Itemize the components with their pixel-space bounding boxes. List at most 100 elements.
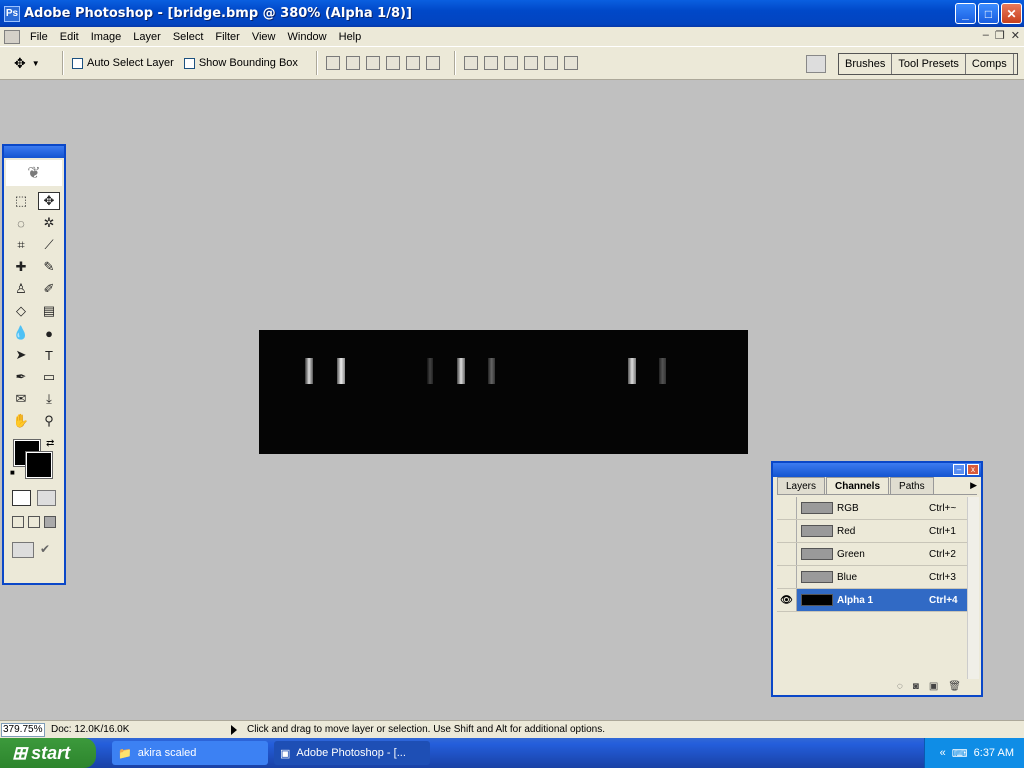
tab-paths[interactable]: Paths	[890, 477, 934, 494]
toolbox-title-bar[interactable]	[4, 146, 64, 158]
zoom-tool-icon[interactable]: ⚲	[38, 412, 60, 430]
save-selection-icon[interactable]: ◙	[913, 681, 919, 695]
checkmark-icon[interactable]: ✔	[40, 542, 56, 558]
auto-select-layer-checkbox[interactable]: Auto Select Layer	[72, 57, 174, 69]
channel-row[interactable]: Green Ctrl+2	[777, 543, 967, 566]
show-bounding-box-checkbox[interactable]: Show Bounding Box	[183, 57, 298, 69]
align-left-icon[interactable]	[385, 56, 400, 70]
default-colors-icon[interactable]: ■	[10, 468, 15, 477]
distribute-bottom-icon[interactable]	[503, 56, 518, 70]
minimize-button[interactable]: _	[955, 3, 976, 24]
distribute-vcenter-icon[interactable]	[483, 56, 498, 70]
slice-tool-icon[interactable]: ⟋	[38, 236, 60, 254]
well-tab-comps[interactable]: Comps	[966, 54, 1014, 74]
full-screen-mode-icon[interactable]	[44, 516, 56, 528]
doc-close-icon[interactable]: ✕	[1011, 29, 1020, 42]
visibility-toggle[interactable]	[777, 497, 797, 519]
align-right-icon[interactable]	[425, 56, 440, 70]
swap-colors-icon[interactable]: ⇄	[46, 438, 54, 449]
panel-title-bar[interactable]: – x	[773, 463, 981, 477]
eye-icon[interactable]: 👁	[777, 589, 797, 611]
task-photoshop[interactable]: ▣ Adobe Photoshop - [...	[274, 741, 430, 765]
visibility-toggle[interactable]	[777, 543, 797, 565]
load-selection-icon[interactable]: ◌	[897, 681, 903, 695]
healing-brush-tool-icon[interactable]: ✚	[10, 258, 32, 276]
visibility-toggle[interactable]	[777, 566, 797, 588]
marquee-tool-icon[interactable]: ⬚	[10, 192, 32, 210]
tab-channels[interactable]: Channels	[826, 477, 890, 494]
hand-tool-icon[interactable]: ✋	[10, 412, 32, 430]
type-tool-icon[interactable]: T	[38, 346, 60, 364]
channel-row[interactable]: Red Ctrl+1	[777, 520, 967, 543]
menu-view[interactable]: View	[248, 31, 284, 43]
gradient-tool-icon[interactable]: ▤	[38, 302, 60, 320]
dodge-tool-icon[interactable]: ●	[38, 324, 60, 342]
full-screen-menu-mode-icon[interactable]	[28, 516, 40, 528]
path-selection-tool-icon[interactable]: ➤	[10, 346, 32, 364]
brush-tool-icon[interactable]: ✎	[38, 258, 60, 276]
align-hcenter-icon[interactable]	[405, 56, 420, 70]
distribute-left-icon[interactable]	[523, 56, 538, 70]
align-vcenter-icon[interactable]	[345, 56, 360, 70]
panel-menu-icon[interactable]: ▶	[970, 477, 977, 494]
network-icon[interactable]: ⌨	[952, 747, 968, 760]
tab-layers[interactable]: Layers	[777, 477, 826, 494]
well-tab-brushes[interactable]: Brushes	[839, 54, 893, 74]
standard-screen-mode-icon[interactable]	[12, 516, 24, 528]
channel-row[interactable]: RGB Ctrl+~	[777, 497, 967, 520]
channel-row-selected[interactable]: 👁 Alpha 1 Ctrl+4	[777, 589, 967, 612]
background-color-swatch[interactable]	[25, 451, 53, 479]
pen-tool-icon[interactable]: ✒	[10, 368, 32, 386]
file-browser-icon[interactable]	[806, 55, 826, 73]
distribute-right-icon[interactable]	[563, 56, 578, 70]
status-menu-arrow-icon[interactable]	[231, 724, 237, 735]
menu-file[interactable]: File	[26, 31, 56, 43]
task-folder[interactable]: 📁 akira scaled	[112, 741, 268, 765]
trash-icon[interactable]: 🗑	[948, 681, 961, 695]
menu-edit[interactable]: Edit	[56, 31, 87, 43]
photoshop-feather-icon[interactable]: ❦	[6, 160, 62, 186]
blur-tool-icon[interactable]: 💧	[10, 324, 32, 342]
distribute-hcenter-icon[interactable]	[543, 56, 558, 70]
zoom-field[interactable]: 379.75%	[1, 722, 45, 737]
magic-wand-tool-icon[interactable]: ✲	[38, 214, 60, 232]
menu-help[interactable]: Help	[335, 31, 370, 43]
move-tool-icon[interactable]: ✥	[38, 192, 60, 210]
align-top-icon[interactable]	[325, 56, 340, 70]
lasso-tool-icon[interactable]: ◌	[10, 214, 32, 232]
menu-layer[interactable]: Layer	[129, 31, 169, 43]
notes-tool-icon[interactable]: ✉	[10, 390, 32, 408]
standard-mode-icon[interactable]	[12, 490, 31, 506]
eyedropper-tool-icon[interactable]: ⤓	[38, 390, 60, 408]
document-icon[interactable]	[4, 29, 20, 44]
well-tab-tool-presets[interactable]: Tool Presets	[892, 54, 966, 74]
menu-image[interactable]: Image	[87, 31, 130, 43]
distribute-top-icon[interactable]	[463, 56, 478, 70]
panel-scrollbar[interactable]	[967, 497, 979, 679]
maximize-button[interactable]: □	[978, 3, 999, 24]
menu-select[interactable]: Select	[169, 31, 212, 43]
jump-to-imageready-icon[interactable]	[12, 542, 34, 558]
panel-close-icon[interactable]: x	[967, 464, 979, 475]
panel-minimize-icon[interactable]: –	[953, 464, 965, 475]
start-button[interactable]: ⊞ start	[0, 738, 96, 768]
clock[interactable]: 6:37 AM	[974, 747, 1014, 759]
history-brush-tool-icon[interactable]: ✐	[38, 280, 60, 298]
doc-size-info[interactable]: Doc: 12.0K/16.0K	[51, 724, 231, 735]
channel-row[interactable]: Blue Ctrl+3	[777, 566, 967, 589]
visibility-toggle[interactable]	[777, 520, 797, 542]
crop-tool-icon[interactable]: ⌗	[10, 236, 32, 254]
new-channel-icon[interactable]: ▣	[929, 681, 938, 695]
document-canvas[interactable]	[259, 330, 748, 454]
doc-restore-icon[interactable]: ❐	[995, 29, 1005, 42]
tray-expand-icon[interactable]: «	[940, 747, 946, 759]
quick-mask-mode-icon[interactable]	[37, 490, 56, 506]
menu-window[interactable]: Window	[284, 31, 335, 43]
eraser-tool-icon[interactable]: ◇	[10, 302, 32, 320]
clone-stamp-tool-icon[interactable]: ♙	[10, 280, 32, 298]
close-button[interactable]: ✕	[1001, 3, 1022, 24]
doc-minimize-icon[interactable]: –	[983, 29, 989, 42]
menu-filter[interactable]: Filter	[211, 31, 247, 43]
tool-preset-picker[interactable]: ✥ ▼	[14, 51, 54, 75]
shape-tool-icon[interactable]: ▭	[38, 368, 60, 386]
